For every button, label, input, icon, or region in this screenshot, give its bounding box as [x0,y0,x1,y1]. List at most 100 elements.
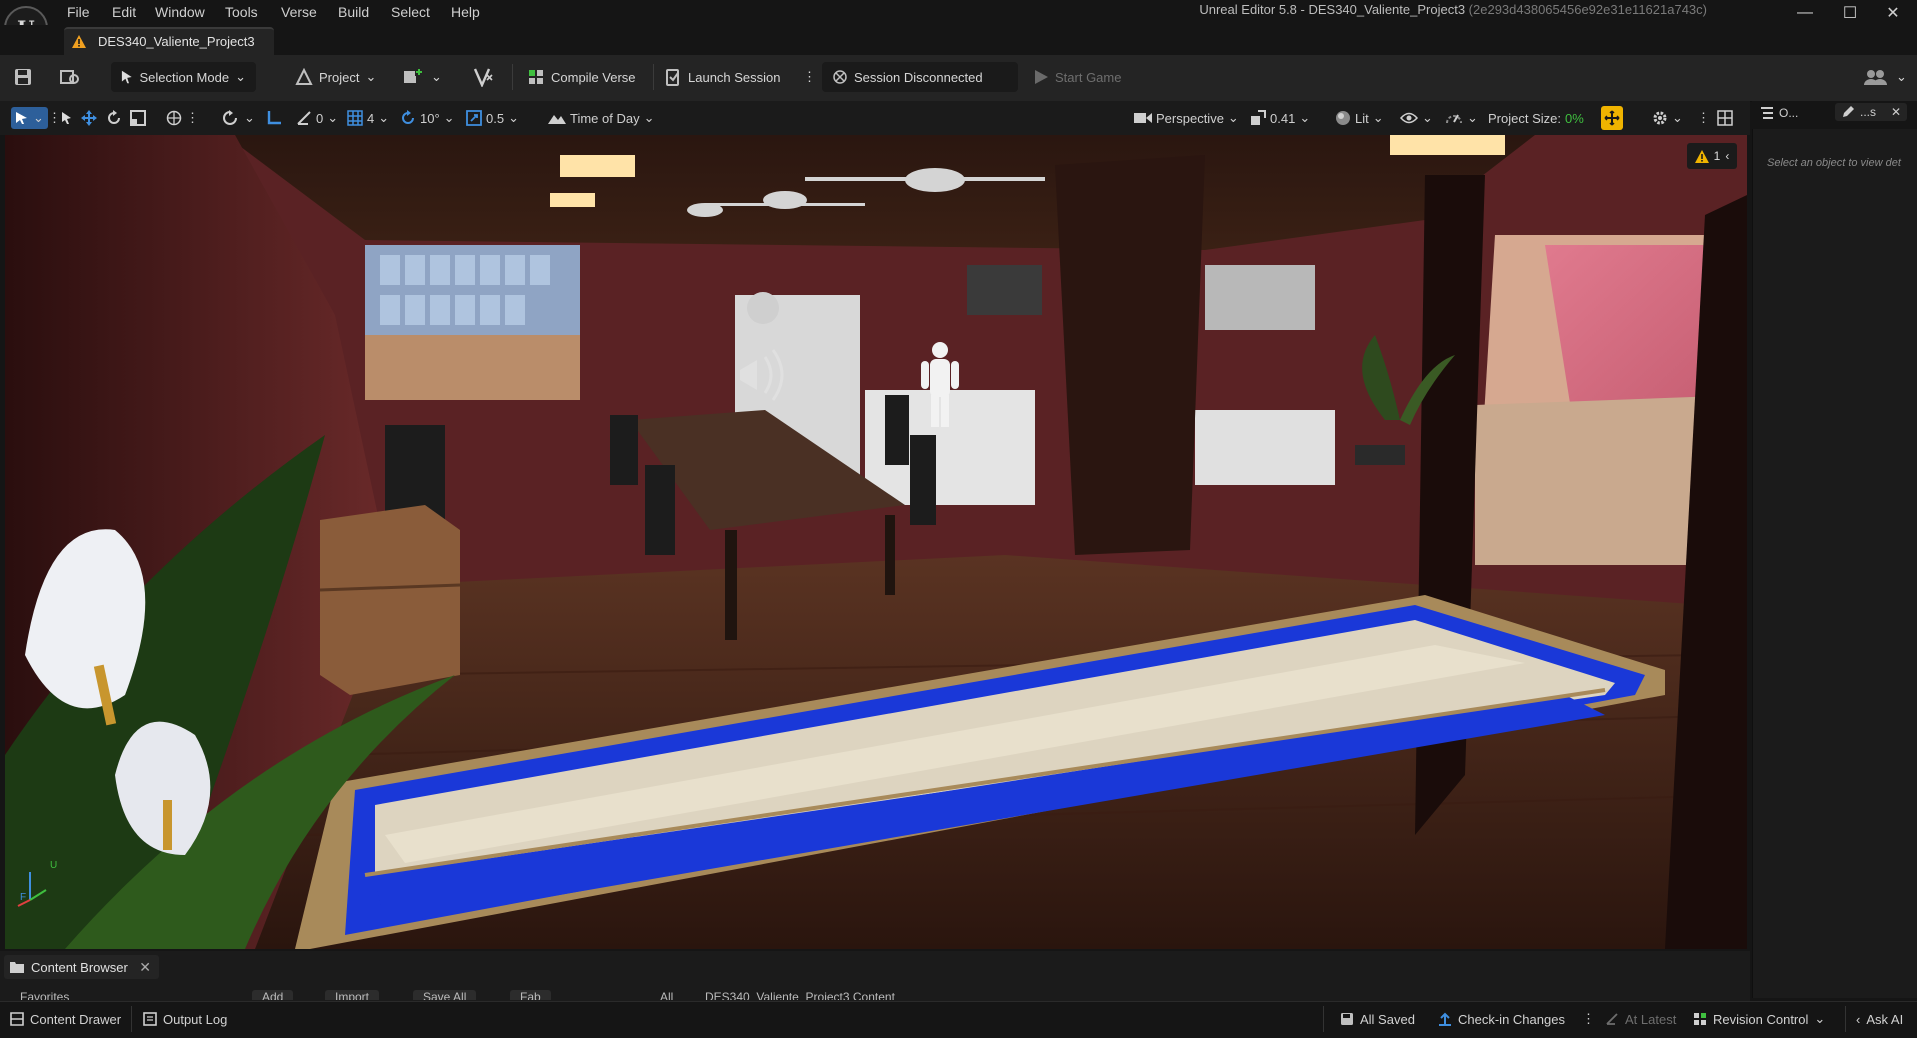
sync-icon [1606,1013,1618,1025]
time-of-day-dropdown[interactable]: Time of Day ⌄ [548,108,655,128]
project-dropdown[interactable]: Project ⌄ [295,62,376,92]
menu-verse[interactable]: Verse [281,4,317,20]
perspective-dropdown[interactable]: Perspective ⌄ [1134,108,1239,128]
session-status-indicator[interactable]: Session Disconnected [822,62,1018,92]
output-log-button[interactable]: Output Log [143,1001,227,1037]
axis-gizmo: U F [10,860,60,910]
tab-content-browser[interactable]: Content Browser ✕ [4,955,159,979]
menu-select[interactable]: Select [391,4,430,20]
menu-window[interactable]: Window [155,4,205,20]
viewport-more-icon[interactable]: ⋮ [1697,108,1710,128]
rotate-snap-angle-dropdown[interactable]: 0 ⌄ [296,108,338,128]
grid-snap-dropdown[interactable]: 4 ⌄ [347,108,389,128]
rotation-snap-dropdown[interactable]: 10° ⌄ [400,108,455,128]
status-divider [1845,1006,1846,1032]
tab-row [0,25,1917,55]
viewport-settings-dropdown[interactable]: ⌄ [1652,108,1683,128]
project-icon [295,68,313,85]
close-window-button[interactable]: ✕ [1873,0,1913,25]
tab-details[interactable]: ...s ✕ [1835,103,1908,121]
project-tab[interactable]: DES340_Valiente_Project3 [64,27,274,55]
selection-mode-dropdown[interactable]: Selection Mode ⌄ [111,62,256,92]
compile-verse-button[interactable]: Compile Verse [527,62,636,92]
all-saved-label: All Saved [1360,1011,1415,1027]
realtime-toggle-icon[interactable] [1601,106,1623,130]
project-tab-label: DES340_Valiente_Project3 [98,34,255,49]
save-icon[interactable] [14,62,32,92]
viewport-warning-badge[interactable]: 1 ‹ [1687,143,1737,169]
menu-tools[interactable]: Tools [225,4,258,20]
revision-control-icon [1694,1013,1706,1025]
content-drawer-button[interactable]: Content Drawer [10,1001,121,1037]
snap-to-floor-icon[interactable] [266,108,282,128]
viewport-more-icon[interactable]: ⋮ [186,108,199,128]
chevron-down-icon: ⌄ [443,110,455,125]
ask-ai-button[interactable]: ‹ Ask AI [1856,1001,1903,1037]
session-status-label: Session Disconnected [854,69,983,85]
maximize-button[interactable]: ☐ [1830,0,1870,25]
gear-icon [1653,111,1667,125]
rotation-snap-value: 10° [420,110,440,126]
minimize-button[interactable]: — [1785,0,1825,25]
chevron-down-icon: ⌄ [33,110,44,125]
surface-snap-icon [223,110,237,125]
status-divider [1323,1006,1324,1032]
launch-session-label: Launch Session [688,69,781,85]
scale-snap-dropdown[interactable]: 0.5 ⌄ [466,108,519,128]
add-label: Add [252,990,294,1000]
all-saved-indicator[interactable]: All Saved [1340,1001,1415,1037]
status-more-icon[interactable]: ⋮ [1582,1001,1595,1037]
browse-level-icon[interactable] [60,62,80,92]
at-latest-label: At Latest [1625,1011,1677,1027]
close-tab-icon[interactable]: ✕ [139,959,151,976]
lit-sphere-icon [1336,111,1350,125]
tab-outliner[interactable]: O... [1760,106,1798,120]
level-viewport[interactable]: U F [5,135,1747,949]
performance-dropdown[interactable]: ⌄ [1445,108,1478,128]
breadcrumb-content[interactable]: DES340_Valiente_Project3 Content [705,990,945,1000]
camera-speed-icon [1251,110,1266,125]
viewport-more-icon[interactable]: ⋮ [48,108,61,128]
camera-speed-dropdown[interactable]: 0.41 ⌄ [1250,108,1310,128]
select-cursor-icon [16,112,27,124]
check-in-label: Check-in Changes [1458,1011,1565,1027]
select-arrow-icon[interactable] [61,108,73,128]
collaboration-users-icon[interactable]: ⌄ [1862,62,1907,92]
scale-snap-value: 0.5 [486,110,505,126]
scale-snap-icon [466,110,482,126]
scale-icon[interactable] [130,108,146,128]
launch-session-button[interactable]: Launch Session [664,62,781,92]
fab-button[interactable]: Fab [510,990,570,1000]
log-icon [143,1012,157,1026]
rotate-icon[interactable] [106,108,122,128]
start-game-button[interactable]: Start Game [1033,62,1121,92]
save-icon [1341,1013,1353,1025]
import-button[interactable]: Import [325,990,405,1000]
save-all-button[interactable]: Save All [413,990,503,1000]
add-content-dropdown[interactable]: ⌄ [403,62,442,92]
chevron-down-icon: ⌄ [365,69,377,84]
select-tool-dropdown[interactable]: ⌄ [11,107,48,129]
breadcrumb-content-label: DES340_Valiente_Project3 Content [705,990,895,1000]
chevron-left-icon: ‹ [1856,1011,1861,1027]
close-tab-icon[interactable]: ✕ [1891,105,1901,119]
surface-snap-dropdown[interactable]: ⌄ [222,108,255,128]
verse-icon[interactable] [473,62,495,92]
show-flags-dropdown[interactable]: ⌄ [1400,108,1433,128]
menu-edit[interactable]: Edit [112,4,136,20]
check-in-changes-button[interactable]: Check-in Changes [1438,1001,1565,1037]
menu-file[interactable]: File [67,4,90,20]
translate-icon[interactable] [81,108,97,128]
world-local-icon[interactable] [166,108,182,128]
view-mode-dropdown[interactable]: Lit ⌄ [1335,108,1384,128]
menu-build[interactable]: Build [338,4,369,20]
breadcrumb-all[interactable]: All [660,990,700,1000]
more-options-icon[interactable]: ⋮ [803,62,816,92]
add-button[interactable]: Add [252,990,322,1000]
at-latest-indicator[interactable]: At Latest [1605,1001,1676,1037]
menu-help[interactable]: Help [451,4,480,20]
viewport-layout-icon[interactable] [1717,108,1733,128]
favorites-section[interactable]: Favorites [20,990,170,1000]
warning-icon [1694,149,1709,163]
revision-control-dropdown[interactable]: Revision Control ⌄ [1693,1001,1825,1037]
